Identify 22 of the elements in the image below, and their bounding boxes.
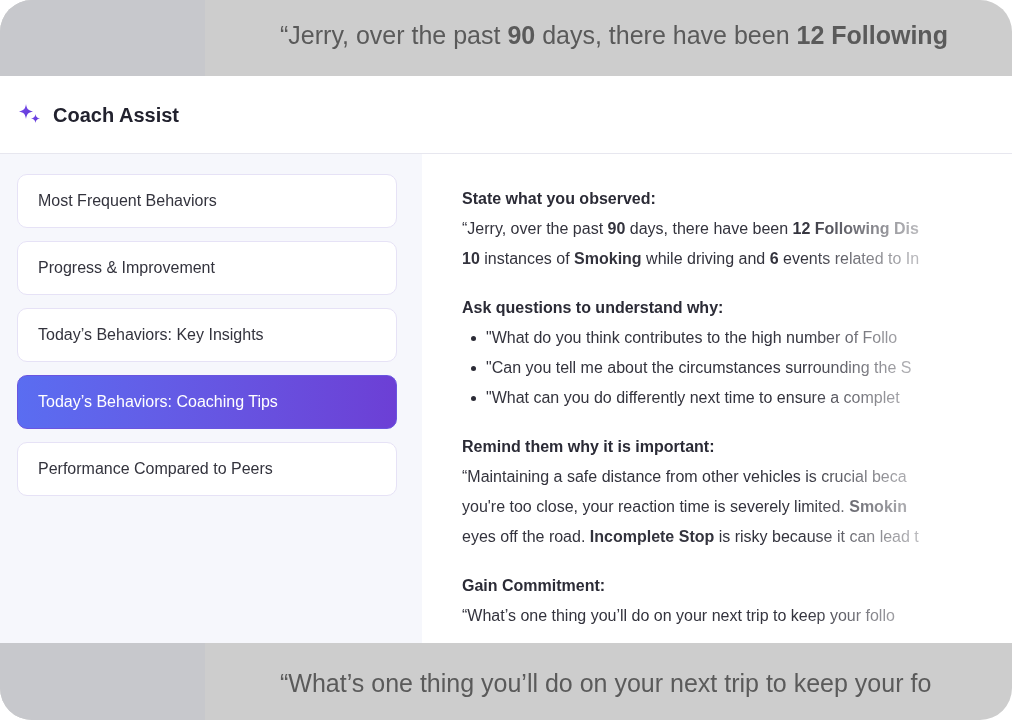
sidebar-item[interactable]: Performance Compared to Peers bbox=[17, 442, 397, 496]
sidebar-item[interactable]: Progress & Improvement bbox=[17, 241, 397, 295]
bullet-icon bbox=[471, 335, 476, 341]
bullet-text: "Can you tell me about the circumstances surrounding the S bbox=[486, 358, 912, 378]
bullet-icon bbox=[471, 395, 476, 401]
sparkle-icon bbox=[18, 103, 41, 126]
bullet-text: "What do you think contributes to the high number of Follo bbox=[486, 328, 898, 348]
section-heading: Ask questions to understand why: bbox=[462, 298, 724, 318]
sidebar-item[interactable]: Today’s Behaviors: Coaching Tips bbox=[17, 375, 397, 429]
bullet-text: "What can you do differently next time to ensure a complet bbox=[486, 388, 900, 408]
paragraph: “Jerry, over the past 90 days, there have been 12 Following Dis 10 instances of Smoking while driving and 6 events related to In bbox=[462, 219, 920, 269]
backdrop-text: “What’s one thing you’ll do on your next trip to keep your fo bbox=[280, 668, 932, 699]
section-heading: State what you observed: bbox=[462, 189, 656, 209]
section-heading: Remind them why it is important: bbox=[462, 437, 715, 457]
panel-title: Coach Assist bbox=[53, 102, 179, 128]
paragraph: “What’s one thing you’ll do on your next trip to keep your follo bbox=[462, 606, 895, 626]
backdrop-text: “Jerry, over the past 90 days, there have been 12 Following bbox=[280, 20, 948, 51]
sidebar-item[interactable]: Today’s Behaviors: Key Insights bbox=[17, 308, 397, 362]
sidebar-item[interactable]: Most Frequent Behaviors bbox=[17, 174, 397, 228]
paragraph: “Maintaining a safe distance from other vehicles is crucial beca you're too close, your reaction time is severely limited. Smokin eyes off the road. Incomplete Stop is risky because it can lead t bbox=[462, 467, 919, 547]
section-heading: Gain Commitment: bbox=[462, 576, 606, 596]
bullet-icon bbox=[471, 365, 476, 371]
